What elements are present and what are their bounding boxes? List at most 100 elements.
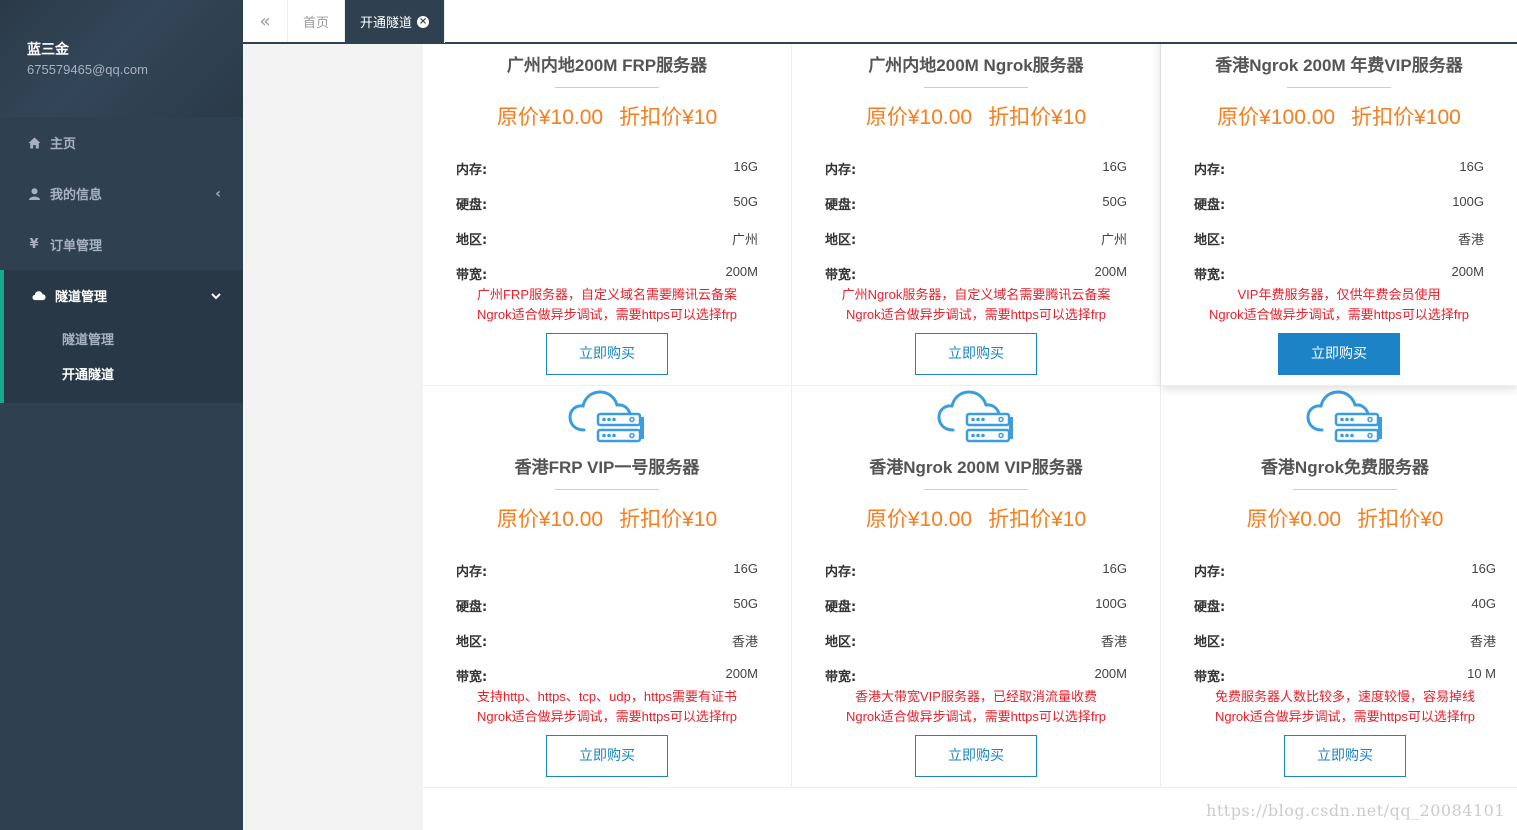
discount-price: 折扣价¥100 bbox=[1351, 106, 1461, 129]
spec-label: 带宽: bbox=[456, 268, 488, 283]
sidebar-subitem-open-tunnel[interactable]: 开通隧道 bbox=[4, 356, 243, 391]
description-line: VIP年费服务器，仅供年费会员使用 bbox=[1237, 287, 1441, 302]
description-line: 香港大带宽VIP服务器，已经取消流量收费 bbox=[855, 689, 1097, 704]
sidebar-item-orders[interactable]: ¥ 订单管理 bbox=[0, 219, 243, 270]
price: 原价¥10.00 折扣价¥10 bbox=[423, 103, 791, 133]
tab-bar: « 首页 开通隧道 × bbox=[243, 0, 1517, 44]
spec-value: 16G bbox=[1102, 159, 1127, 174]
spec-label: 地区: bbox=[1194, 233, 1226, 248]
title-divider bbox=[1287, 87, 1391, 88]
watermark: https://blog.csdn.net/qq_20084101 bbox=[1206, 801, 1505, 820]
discount-price: 折扣价¥10 bbox=[988, 508, 1087, 531]
price: 原价¥10.00 折扣价¥10 bbox=[423, 505, 791, 535]
spec-disk: 硬盘: 50G bbox=[825, 194, 1127, 229]
spec-value: 100G bbox=[1452, 194, 1484, 209]
spec-label: 硬盘: bbox=[456, 198, 488, 213]
sidebar-item-home[interactable]: 主页 bbox=[0, 117, 243, 168]
tab-open-tunnel[interactable]: 开通隧道 × bbox=[345, 0, 446, 43]
spec-memory: 内存: 16G bbox=[1194, 561, 1496, 596]
chevron-left-icon: ‹ bbox=[215, 185, 221, 202]
sidebar-item-my-info[interactable]: 我的信息 ‹ bbox=[0, 168, 243, 219]
buy-now-button[interactable]: 立即购买 bbox=[546, 735, 668, 777]
server-card: 香港Ngrok 200M VIP服务器 原价¥10.00 折扣价¥10 内存: 16… bbox=[792, 386, 1161, 788]
spec-value: 香港 bbox=[1469, 634, 1496, 649]
spec-region: 地区: 香港 bbox=[825, 631, 1127, 666]
description-line: Ngrok适合做异步调试，需要https可以选择frp bbox=[1208, 307, 1470, 322]
tab-label: 首页 bbox=[303, 15, 330, 31]
sidebar: 蓝三金 675579465@qq.com 主页 我的信息 ‹ ¥ 订单管理 隧道… bbox=[0, 0, 243, 830]
server-description: 广州FRP服务器，自定义域名需要腾讯云备案 Ngrok适合做异步调试，需要htt… bbox=[423, 285, 791, 325]
title-divider bbox=[1293, 489, 1397, 490]
server-description: 香港大带宽VIP服务器，已经取消流量收费 Ngrok适合做异步调试，需要http… bbox=[792, 687, 1160, 727]
tab-home[interactable]: 首页 bbox=[288, 0, 346, 42]
spec-value: 50G bbox=[1102, 194, 1127, 209]
spec-region: 地区: 香港 bbox=[1194, 631, 1496, 666]
tab-scroll-left-button[interactable]: « bbox=[243, 0, 288, 42]
description-line: Ngrok适合做异步调试，需要https可以选择frp bbox=[1214, 709, 1476, 724]
title-divider bbox=[555, 87, 659, 88]
description-line: 支持http、https、tcp、udp，https需要有证书 bbox=[476, 689, 738, 704]
spec-value: 16G bbox=[1102, 561, 1127, 576]
spec-list: 内存: 16G 硬盘: 100G 地区: 香港 带宽: 200M bbox=[1194, 159, 1484, 299]
home-icon bbox=[27, 137, 41, 149]
cloud-server-icon bbox=[423, 386, 791, 446]
chevron-down-icon bbox=[211, 288, 221, 304]
spec-label: 内存: bbox=[1194, 565, 1226, 580]
server-description: 支持http、https、tcp、udp，https需要有证书 Ngrok适合做… bbox=[423, 687, 791, 727]
server-description: VIP年费服务器，仅供年费会员使用 Ngrok适合做异步调试，需要https可以… bbox=[1161, 285, 1517, 325]
discount-price: 折扣价¥0 bbox=[1357, 508, 1444, 531]
spec-value: 16G bbox=[1459, 159, 1484, 174]
spec-memory: 内存: 16G bbox=[456, 159, 758, 194]
spec-label: 内存: bbox=[825, 565, 857, 580]
spec-value: 200M bbox=[1094, 666, 1127, 681]
sidebar-item-label: 我的信息 bbox=[50, 188, 103, 203]
spec-value: 香港 bbox=[731, 634, 758, 649]
spec-label: 地区: bbox=[456, 635, 488, 650]
spec-label: 硬盘: bbox=[825, 600, 857, 615]
spec-value: 100G bbox=[1095, 596, 1127, 611]
user-name[interactable]: 蓝三金 bbox=[27, 40, 243, 60]
spec-memory: 内存: 16G bbox=[1194, 159, 1484, 194]
price: 原价¥10.00 折扣价¥10 bbox=[792, 505, 1160, 535]
spec-list: 内存: 16G 硬盘: 50G 地区: 广州 带宽: 200M bbox=[456, 159, 758, 299]
spec-label: 硬盘: bbox=[1194, 198, 1226, 213]
spec-label: 内存: bbox=[1194, 163, 1226, 178]
discount-price: 折扣价¥10 bbox=[988, 106, 1087, 129]
spec-list: 内存: 16G 硬盘: 40G 地区: 香港 带宽: 10 M bbox=[1194, 561, 1496, 701]
title-divider bbox=[924, 87, 1028, 88]
original-price: 原价¥10.00 bbox=[496, 106, 604, 129]
spec-disk: 硬盘: 100G bbox=[1194, 194, 1484, 229]
buy-now-button[interactable]: 立即购买 bbox=[915, 735, 1037, 777]
server-grid: 广州内地200M FRP服务器 原价¥10.00 折扣价¥10 内存: 16G 硬盘… bbox=[423, 44, 1517, 830]
spec-value: 香港 bbox=[1457, 232, 1484, 247]
spec-value: 10 M bbox=[1467, 666, 1496, 681]
description-line: Ngrok适合做异步调试，需要https可以选择frp bbox=[845, 307, 1107, 322]
server-title: 香港FRP VIP一号服务器 bbox=[514, 458, 700, 477]
spec-value: 16G bbox=[733, 561, 758, 576]
buy-now-button[interactable]: 立即购买 bbox=[915, 333, 1037, 375]
close-icon[interactable]: × bbox=[417, 15, 430, 28]
spec-label: 带宽: bbox=[825, 268, 857, 283]
spec-value: 16G bbox=[733, 159, 758, 174]
spec-disk: 硬盘: 50G bbox=[456, 194, 758, 229]
sidebar-group-tunnels: 隧道管理 隧道管理 开通隧道 bbox=[0, 270, 243, 403]
spec-label: 内存: bbox=[825, 163, 857, 178]
spec-label: 地区: bbox=[456, 233, 488, 248]
sidebar-subitem-tunnel-list[interactable]: 隧道管理 bbox=[4, 321, 243, 356]
buy-now-button[interactable]: 立即购买 bbox=[1278, 333, 1400, 375]
spec-value: 40G bbox=[1471, 596, 1496, 611]
description-line: 免费服务器人数比较多，速度较慢，容易掉线 bbox=[1214, 689, 1475, 704]
spec-memory: 内存: 16G bbox=[825, 561, 1127, 596]
buy-now-button[interactable]: 立即购买 bbox=[546, 333, 668, 375]
spec-label: 带宽: bbox=[1194, 268, 1226, 283]
server-title: 广州内地200M Ngrok服务器 bbox=[868, 56, 1084, 75]
spec-label: 带宽: bbox=[825, 670, 857, 685]
buy-now-button[interactable]: 立即购买 bbox=[1284, 735, 1406, 777]
spec-label: 地区: bbox=[1194, 635, 1226, 650]
sidebar-item-tunnel-mgmt[interactable]: 隧道管理 bbox=[4, 270, 243, 321]
yen-icon: ¥ bbox=[29, 237, 39, 252]
spec-value: 16G bbox=[1471, 561, 1496, 576]
spec-value: 200M bbox=[1451, 264, 1484, 279]
spec-label: 带宽: bbox=[456, 670, 488, 685]
sidebar-item-label: 隧道管理 bbox=[55, 290, 108, 305]
